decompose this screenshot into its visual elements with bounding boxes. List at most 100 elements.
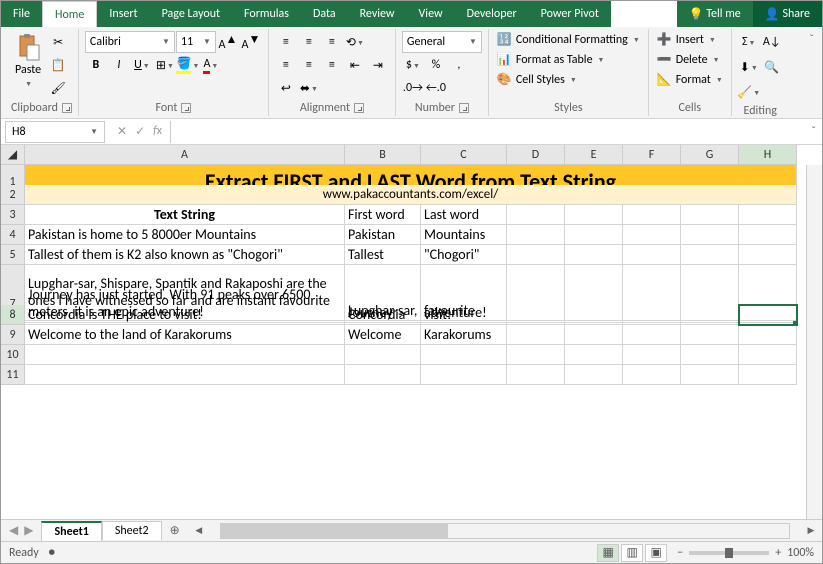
cell-a9[interactable]: Welcome to the land of Karakorums	[25, 325, 345, 345]
cell-c3[interactable]: Last word	[421, 205, 507, 225]
view-page-break-button[interactable]: ▣	[645, 544, 667, 562]
cell-b3[interactable]: First word	[345, 205, 421, 225]
cell-d3[interactable]	[507, 205, 565, 225]
format-painter-button[interactable]: 🖌	[47, 77, 69, 99]
scroll-right-button[interactable]: ▶	[804, 523, 818, 539]
cell-d10[interactable]	[507, 345, 565, 365]
zoom-in-button[interactable]: +	[775, 546, 781, 560]
currency-button[interactable]: $▼	[402, 54, 424, 76]
cell-b8[interactable]: Concordia	[345, 305, 421, 325]
cell-h9[interactable]	[739, 325, 797, 345]
align-bottom-button[interactable]: ≡	[321, 31, 343, 53]
vertical-scrollbar[interactable]	[806, 165, 822, 519]
align-right-button[interactable]: ≡	[321, 54, 343, 76]
fill-button[interactable]: ⬇▼	[738, 56, 760, 78]
col-header-d[interactable]: D	[507, 145, 565, 165]
format-as-table-button[interactable]: 📊Format as Table▼	[495, 51, 607, 68]
cell-a4[interactable]: Pakistan is home to 5 8000er Mountains	[25, 225, 345, 245]
cell-e3[interactable]	[565, 205, 623, 225]
zoom-slider[interactable]	[689, 551, 769, 555]
cell-f10[interactable]	[623, 345, 681, 365]
cell-g11[interactable]	[681, 365, 739, 385]
select-all-corner[interactable]: ◢	[1, 145, 25, 165]
tab-formulas[interactable]: Formulas	[232, 1, 301, 27]
horizontal-scrollbar[interactable]: ◀ ▶	[188, 523, 822, 539]
font-size-combo[interactable]: 11▼	[176, 31, 216, 53]
cell-d9[interactable]	[507, 325, 565, 345]
row-header-3[interactable]: 3	[1, 205, 25, 225]
row-header-11[interactable]: 11	[1, 365, 25, 385]
alignment-launcher[interactable]	[354, 103, 364, 113]
cell-b9[interactable]: Welcome	[345, 325, 421, 345]
find-button[interactable]: 🔍	[761, 56, 783, 78]
sheet-nav-prev[interactable]: ◀	[9, 523, 18, 538]
view-page-layout-button[interactable]: ▥	[621, 544, 643, 562]
align-top-button[interactable]: ≡	[275, 31, 297, 53]
sort-filter-button[interactable]: A↓	[761, 31, 783, 53]
row-header-2[interactable]: 2	[1, 185, 25, 205]
cell-g10[interactable]	[681, 345, 739, 365]
zoom-level[interactable]: 100%	[787, 546, 814, 560]
zoom-out-button[interactable]: −	[677, 546, 683, 560]
tab-view[interactable]: View	[407, 1, 455, 27]
cell-subtitle[interactable]: www.pakaccountants.com/excel/	[25, 185, 797, 205]
cell-d11[interactable]	[507, 365, 565, 385]
cell-g9[interactable]	[681, 325, 739, 345]
cell-a3[interactable]: Text String	[25, 205, 345, 225]
cell-a10[interactable]	[25, 345, 345, 365]
cell-b11[interactable]	[345, 365, 421, 385]
row-header-9[interactable]: 9	[1, 325, 25, 345]
cell-g4[interactable]	[681, 225, 739, 245]
cell-d4[interactable]	[507, 225, 565, 245]
cell-a5[interactable]: Tallest of them is K2 also known as "Cho…	[25, 245, 345, 265]
insert-cells-button[interactable]: ➕Insert▼	[655, 31, 718, 48]
fx-icon[interactable]: fx	[153, 124, 162, 139]
underline-button[interactable]: U▼	[131, 54, 153, 76]
cell-f9[interactable]	[623, 325, 681, 345]
number-format-combo[interactable]: General▼	[402, 31, 482, 53]
font-launcher[interactable]	[181, 103, 191, 113]
share-button[interactable]: 👤 Share	[753, 1, 822, 27]
expand-formula-bar[interactable]: ˇ	[805, 125, 822, 139]
cell-c4[interactable]: Mountains	[421, 225, 507, 245]
col-header-f[interactable]: F	[623, 145, 681, 165]
cell-h3[interactable]	[739, 205, 797, 225]
align-center-button[interactable]: ≡	[298, 54, 320, 76]
row-header-5[interactable]: 5	[1, 245, 25, 265]
cell-h10[interactable]	[739, 345, 797, 365]
decrease-decimal-button[interactable]: ←.0	[425, 77, 447, 99]
clear-button[interactable]: 🧹▼	[738, 81, 760, 103]
col-header-b[interactable]: B	[345, 145, 421, 165]
row-header-8[interactable]: 8	[1, 305, 25, 325]
cell-e11[interactable]	[565, 365, 623, 385]
cell-c10[interactable]	[421, 345, 507, 365]
increase-font-button[interactable]: A▲	[217, 31, 239, 53]
copy-button[interactable]: 📋	[47, 54, 69, 76]
cell-e10[interactable]	[565, 345, 623, 365]
enter-formula-icon[interactable]: ✓	[135, 124, 145, 139]
sheet-tab-1[interactable]: Sheet1	[41, 521, 101, 541]
align-left-button[interactable]: ≡	[275, 54, 297, 76]
cell-c5[interactable]: "Chogori"	[421, 245, 507, 265]
decrease-font-button[interactable]: A▼	[240, 31, 262, 53]
macro-record-icon[interactable]: ⏺	[49, 546, 55, 560]
orientation-button[interactable]: ⟲▼	[344, 31, 366, 53]
cell-b5[interactable]: Tallest	[345, 245, 421, 265]
add-sheet-button[interactable]: ⊕	[162, 523, 188, 538]
col-header-h[interactable]: H	[739, 145, 797, 165]
name-box[interactable]: H8▼	[5, 121, 105, 143]
cell-g8[interactable]	[681, 305, 739, 325]
cancel-formula-icon[interactable]: ✕	[117, 124, 127, 139]
cell-a8[interactable]: Concordia is THE place to visit!	[25, 305, 345, 325]
col-header-a[interactable]: A	[25, 145, 345, 165]
decrease-indent-button[interactable]: ⇤	[344, 54, 366, 76]
percent-button[interactable]: %	[425, 54, 447, 76]
align-middle-button[interactable]: ≡	[298, 31, 320, 53]
tab-home[interactable]: Home	[42, 1, 97, 27]
view-normal-button[interactable]: ▦	[597, 544, 619, 562]
increase-decimal-button[interactable]: .0→	[402, 77, 424, 99]
wrap-text-button[interactable]: ↩	[275, 77, 297, 99]
fill-color-button[interactable]: 🪣▼	[177, 54, 199, 76]
tell-me[interactable]: 💡 Tell me	[677, 1, 753, 27]
cell-styles-button[interactable]: 🎨Cell Styles▼	[495, 71, 579, 88]
